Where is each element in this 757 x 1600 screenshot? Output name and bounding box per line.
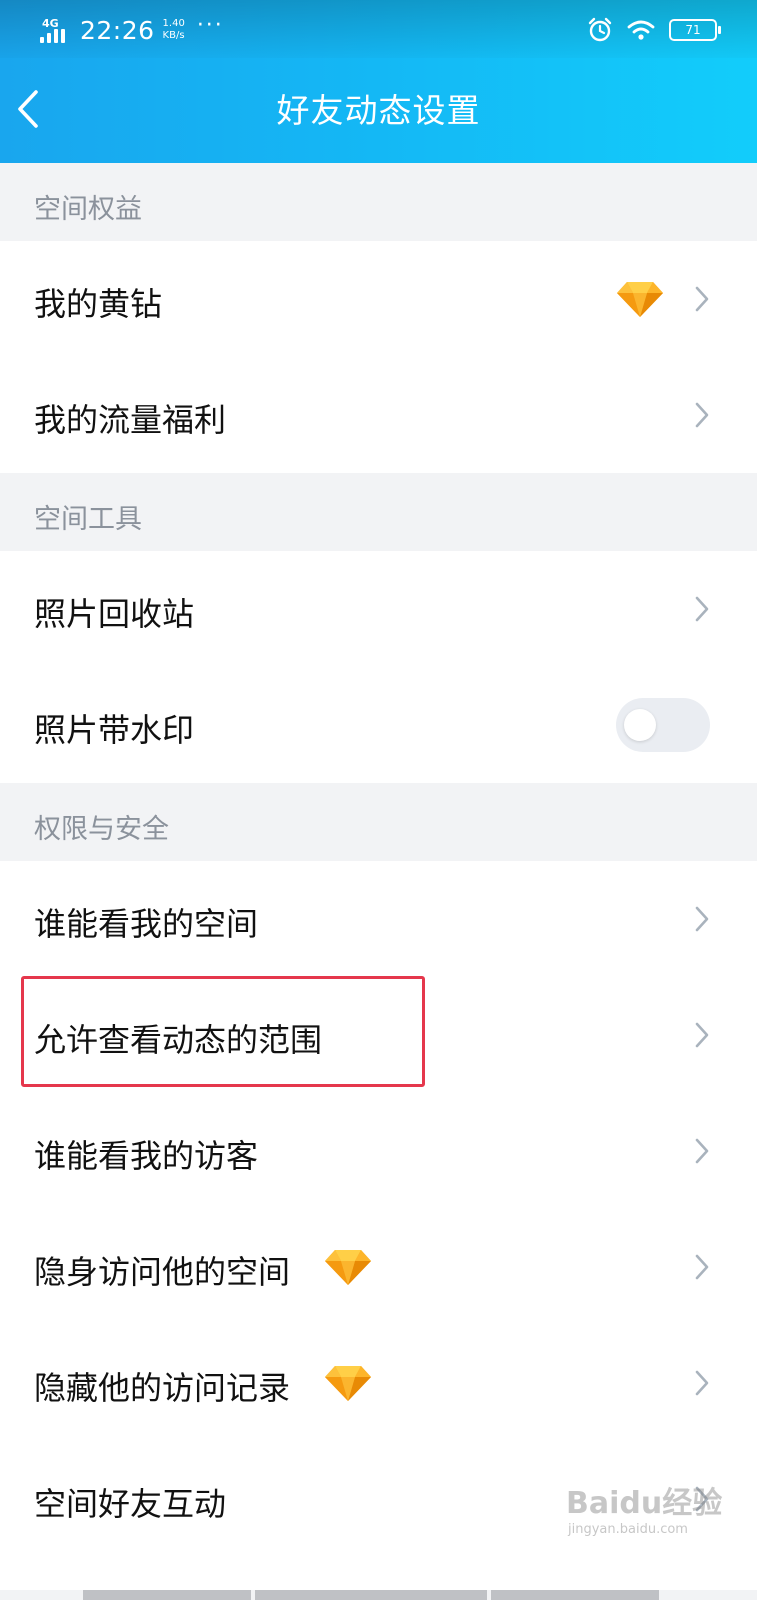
watermark-main: Baidu经验 — [566, 1486, 723, 1521]
row-photo-watermark: 照片带水印 — [0, 667, 757, 783]
highlight-box — [21, 976, 425, 1087]
section-header-permissions-security: 权限与安全 — [0, 783, 757, 861]
chevron-right-icon — [694, 401, 710, 429]
alarm-icon — [588, 17, 612, 42]
row-label: 隐藏他的访问记录 — [34, 1369, 291, 1407]
row-hide-visit-record[interactable]: 隐藏他的访问记录 — [0, 1325, 757, 1441]
section-header-space-benefits: 空间权益 — [0, 163, 757, 241]
row-label: 我的流量福利 — [34, 401, 227, 439]
status-time: 22:26 — [80, 15, 155, 45]
chevron-right-icon — [694, 905, 710, 933]
page-title: 好友动态设置 — [276, 91, 481, 130]
chevron-right-icon — [694, 1369, 710, 1397]
speed-unit: KB/s — [162, 30, 185, 41]
bottom-strip — [255, 1590, 487, 1600]
watermark-sub: jingyan.baidu.com — [568, 1522, 688, 1537]
diamond-icon — [323, 1247, 373, 1287]
speed-value: 1.40 — [162, 18, 185, 29]
row-label: 谁能看我的空间 — [34, 905, 259, 943]
row-who-can-see-space[interactable]: 谁能看我的空间 — [0, 861, 757, 977]
watermark-toggle[interactable] — [616, 698, 710, 752]
section-title: 空间工具 — [34, 504, 142, 535]
row-label: 隐身访问他的空间 — [34, 1253, 291, 1291]
chevron-right-icon — [694, 595, 710, 623]
battery-icon: 71 — [669, 19, 721, 41]
row-photo-recycle-bin[interactable]: 照片回收站 — [0, 551, 757, 667]
row-label: 谁能看我的访客 — [34, 1137, 259, 1175]
bottom-strip — [83, 1590, 251, 1600]
row-traffic-welfare[interactable]: 我的流量福利 — [0, 357, 757, 473]
row-label: 空间好友互动 — [34, 1485, 227, 1523]
row-who-can-see-visitors[interactable]: 谁能看我的访客 — [0, 1093, 757, 1209]
app-header: 4G 22:26 1.40 KB/s ··· 71 好友动态设置 — [0, 0, 757, 163]
diamond-icon — [323, 1363, 373, 1403]
row-label: 我的黄钻 — [34, 285, 163, 323]
wifi-icon — [627, 20, 655, 40]
battery-level: 71 — [685, 23, 701, 37]
baidu-jingyan-watermark: Baidu经验 jingyan.baidu.com — [566, 1478, 746, 1548]
network-speed: 1.40 KB/s — [163, 18, 185, 42]
toggle-knob — [624, 709, 656, 741]
signal-icon: 4G — [40, 15, 72, 45]
chevron-right-icon — [694, 1137, 710, 1165]
row-invisible-visit[interactable]: 隐身访问他的空间 — [0, 1209, 757, 1325]
status-bar: 4G 22:26 1.40 KB/s ··· 71 — [0, 0, 757, 58]
chevron-right-icon — [694, 285, 710, 313]
section-header-space-tools: 空间工具 — [0, 473, 757, 551]
row-yellow-diamond[interactable]: 我的黄钻 — [0, 241, 757, 357]
row-label: 照片回收站 — [34, 595, 195, 633]
row-label: 照片带水印 — [34, 711, 195, 749]
section-title: 权限与安全 — [34, 814, 169, 845]
section-title: 空间权益 — [34, 194, 142, 225]
chevron-right-icon — [694, 1253, 710, 1281]
chevron-right-icon — [694, 1021, 710, 1049]
more-notifications-icon: ··· — [196, 12, 224, 38]
diamond-icon — [615, 279, 665, 319]
bottom-strip — [491, 1590, 659, 1600]
